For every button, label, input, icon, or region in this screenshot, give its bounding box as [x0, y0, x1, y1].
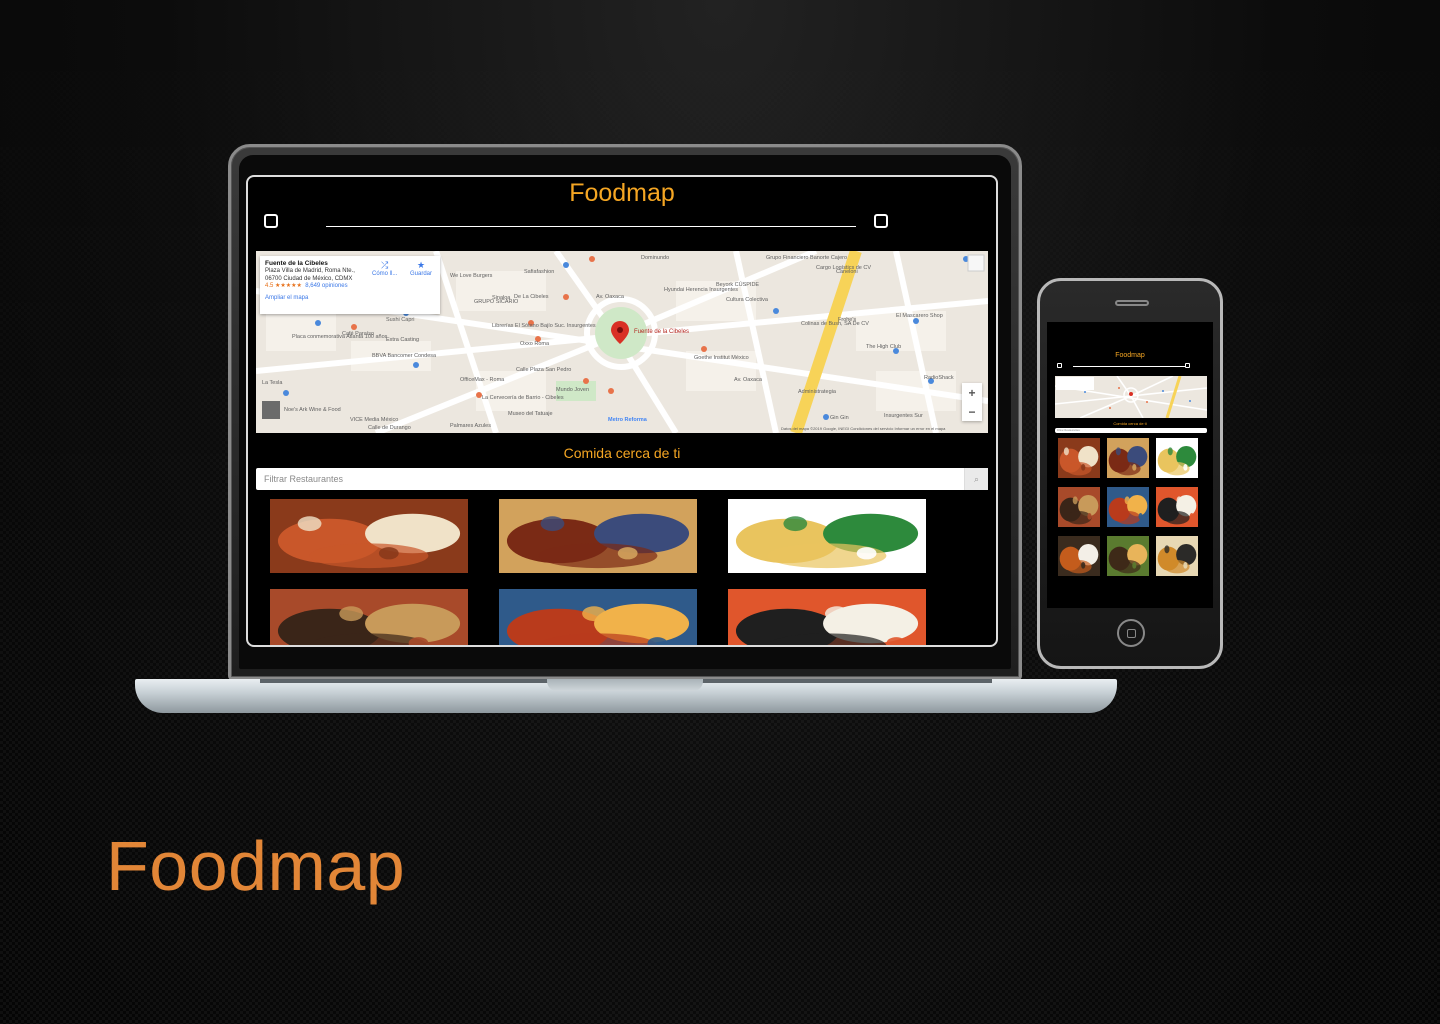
phone-food-card-mole-soup[interactable] [1107, 438, 1149, 478]
svg-text:La Cervecería de Barrio - Cibe: La Cervecería de Barrio - Cibeles [482, 395, 564, 401]
laptop-screen: Foodmap Fuente de la Cibeles Safiafashio… [246, 175, 998, 647]
search-button[interactable]: ⌕ [964, 468, 988, 490]
phone-search-box [1055, 428, 1207, 433]
map-footer: Datos del mapa ©2019 Google, INEGI Condi… [781, 426, 946, 431]
food-card-tacos-platter[interactable] [270, 499, 468, 573]
search-box: ⌕ [256, 468, 988, 490]
phone-nav-checkbox-right[interactable] [1185, 363, 1190, 368]
svg-text:Café Paraíso: Café Paraíso [342, 331, 374, 337]
map-directions-button[interactable]: ⤮ Cómo ll... [372, 260, 397, 279]
phone-food-card-katsu[interactable] [1156, 536, 1198, 576]
phone-food-card-sushi[interactable] [1156, 487, 1198, 527]
laptop-base [135, 679, 1117, 713]
phone-screen: Foodmap Comida cerca de ti [1047, 322, 1213, 608]
svg-text:RadioShack: RadioShack [924, 375, 954, 381]
svg-text:Extra Casting: Extra Casting [386, 337, 419, 343]
map-larger-link[interactable]: Ampliar el mapa [265, 295, 435, 303]
search-input[interactable] [264, 468, 964, 490]
svg-text:La Tesla: La Tesla [262, 380, 283, 386]
phone-search-input[interactable] [1057, 428, 1207, 433]
section-title: Comida cerca de ti [563, 445, 681, 461]
nav-divider [326, 226, 856, 227]
svg-text:Administrategia: Administrategia [798, 389, 837, 395]
phone-food-card-pizza[interactable] [1107, 487, 1149, 527]
svg-text:Gin Gin: Gin Gin [830, 415, 849, 421]
svg-text:Beyork CÚSPIDE: Beyork CÚSPIDE [716, 281, 759, 288]
phone-nav-divider [1073, 366, 1185, 367]
svg-text:Colinas de Bush, SA De CV: Colinas de Bush, SA De CV [801, 321, 869, 327]
svg-text:GRUPO SICARIO: GRUPO SICARIO [474, 299, 519, 305]
phone-map-canvas[interactable] [1055, 376, 1207, 418]
phone-nav-checkbox-left[interactable] [1057, 363, 1062, 368]
zoom-out-button[interactable]: − [968, 405, 975, 419]
svg-text:Cultura Colectiva: Cultura Colectiva [726, 297, 769, 303]
svg-text:Insurgentes Sur: Insurgentes Sur [884, 413, 923, 419]
svg-text:Av. Oaxaca: Av. Oaxaca [596, 294, 625, 300]
food-card-pipas-sandwich[interactable] [270, 589, 468, 645]
laptop-notch [547, 679, 703, 691]
map-marker-label: Fuente de la Cibeles [634, 329, 689, 335]
svg-text:Av. Oaxaca: Av. Oaxaca [734, 377, 763, 383]
phone-food-card-tacos-platter[interactable] [1058, 438, 1100, 478]
phone-app-title: Foodmap [1115, 352, 1145, 359]
home-square-icon [1126, 628, 1136, 638]
food-card-subs-menu[interactable] [728, 499, 926, 573]
map-directions-label: Cómo ll... [372, 271, 398, 278]
nav-checkbox-left[interactable] [264, 214, 278, 228]
svg-text:Mundo Joven: Mundo Joven [556, 387, 589, 393]
phone-food-card-pipas-sandwich[interactable] [1058, 487, 1100, 527]
svg-text:We Love Burgers: We Love Burgers [450, 273, 493, 279]
search-icon: ⌕ [973, 473, 980, 484]
map-satellite-thumb [262, 401, 280, 419]
app-title: Foodmap [569, 179, 675, 207]
map-zoom-control: + − [962, 383, 982, 421]
phone-section-title: Comida cerca de ti [1113, 421, 1147, 426]
svg-text:VICE Media México: VICE Media México [350, 417, 398, 423]
nav-checkbox-right[interactable] [874, 214, 888, 228]
phone-food-card-subs-menu[interactable] [1156, 438, 1198, 478]
svg-text:BBVA Bancomer Condesa: BBVA Bancomer Condesa [372, 353, 437, 359]
svg-text:Museo del Tatuaje: Museo del Tatuaje [508, 411, 553, 417]
map-place-card: Fuente de la Cibeles Plaza Villa de Madr… [260, 256, 440, 314]
phone-food-card-ramen[interactable] [1107, 536, 1149, 576]
directions-icon: ⤮ [381, 260, 389, 270]
phone-map-embed[interactable] [1055, 376, 1207, 418]
zoom-in-button[interactable]: + [968, 386, 975, 400]
svg-text:Sushi Capri: Sushi Capri [386, 317, 414, 323]
svg-text:The High Club: The High Club [866, 344, 901, 350]
star-icon: ★ [416, 260, 426, 270]
svg-text:Grupo Financiero Banorte Cajer: Grupo Financiero Banorte Cajero [766, 255, 847, 261]
map-save-button[interactable]: ★ Guardar [410, 260, 432, 279]
svg-text:Goethe Institut México: Goethe Institut México [694, 355, 749, 361]
map-embed[interactable]: Fuente de la Cibeles Safiafashion Sinalo… [256, 251, 988, 433]
phone-speaker [1115, 300, 1149, 306]
page-title: Foodmap [106, 827, 406, 905]
food-card-mole-soup[interactable] [499, 499, 697, 573]
map-save-label: Guardar [410, 271, 433, 278]
svg-text:Dominundo: Dominundo [641, 255, 669, 261]
phone-food-card-curry[interactable] [1058, 536, 1100, 576]
svg-text:Calle Plaza San Pedro: Calle Plaza San Pedro [516, 367, 571, 373]
map-rating: 4.5 ★★★★★ [265, 283, 302, 290]
svg-text:Calle de Durango: Calle de Durango [368, 425, 411, 431]
food-card-pizza[interactable] [499, 589, 697, 645]
svg-text:Safiafashion: Safiafashion [524, 269, 554, 275]
svg-text:Noe's Ark Wine & Food: Noe's Ark Wine & Food [284, 407, 341, 413]
svg-text:Caneloni: Caneloni [836, 269, 858, 275]
map-reviews-link[interactable]: 8,649 opiniones [305, 283, 347, 289]
svg-text:Palmares Azules: Palmares Azules [450, 423, 491, 429]
svg-text:Librerías El Sótano Bajío Suc.: Librerías El Sótano Bajío Suc. Insurgent… [492, 323, 596, 329]
svg-text:OfficeMax - Roma: OfficeMax - Roma [460, 377, 505, 383]
svg-text:Oxxo Roma: Oxxo Roma [520, 341, 550, 347]
food-card-sushi[interactable] [728, 589, 926, 645]
svg-text:Metro Reforma: Metro Reforma [608, 417, 648, 423]
svg-text:De La Cibeles: De La Cibeles [514, 294, 549, 300]
phone-home-button[interactable] [1117, 619, 1145, 647]
svg-text:El Mascarero Shop: El Mascarero Shop [896, 313, 943, 319]
